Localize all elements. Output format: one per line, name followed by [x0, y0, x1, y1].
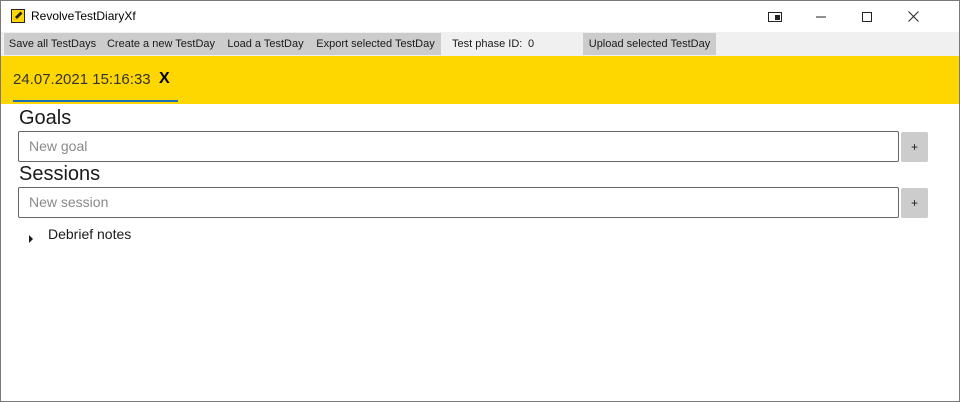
minimize-icon	[816, 12, 826, 22]
title-bar[interactable]: RevolveTestDiaryXf	[1, 1, 959, 32]
debrief-notes-label: Debrief notes	[48, 226, 132, 242]
close-icon	[907, 11, 919, 22]
save-all-testdays-button[interactable]: Save all TestDays	[4, 33, 101, 55]
new-session-input[interactable]: New session	[18, 187, 899, 218]
maximize-button[interactable]	[844, 1, 890, 32]
sessions-heading: Sessions	[19, 163, 101, 185]
close-window-button[interactable]	[890, 1, 936, 32]
tab-close-button[interactable]: X	[159, 70, 170, 88]
toolbar: Save all TestDays Create a new TestDay L…	[1, 32, 959, 56]
goals-heading: Goals	[19, 107, 72, 129]
add-goal-button[interactable]: +	[901, 132, 928, 162]
pencil-icon	[11, 9, 25, 23]
compact-overlay-icon	[768, 11, 782, 22]
test-phase-input[interactable]: 0	[528, 33, 534, 55]
test-phase-label: Test phase ID:	[452, 38, 523, 50]
minimize-button[interactable]	[798, 1, 844, 32]
app-window: RevolveTestDiaryXf Save all TestDays Cre…	[0, 0, 960, 402]
tab-selected-indicator	[13, 100, 178, 102]
testday-tab-strip: 24.07.2021 15:16:33 X	[1, 56, 959, 104]
caret-right-icon	[28, 230, 34, 248]
create-testday-button[interactable]: Create a new TestDay	[101, 33, 221, 55]
window-title: RevolveTestDiaryXf	[31, 9, 136, 23]
upload-testday-button[interactable]: Upload selected TestDay	[583, 33, 716, 55]
new-goal-input[interactable]: New goal	[18, 131, 899, 162]
tab-label[interactable]: 24.07.2021 15:16:33	[13, 71, 151, 88]
export-testday-button[interactable]: Export selected TestDay	[310, 33, 441, 55]
add-session-button[interactable]: +	[901, 188, 928, 218]
maximize-icon	[862, 11, 872, 22]
load-testday-button[interactable]: Load a TestDay	[221, 33, 310, 55]
compact-overlay-button[interactable]	[752, 1, 798, 32]
